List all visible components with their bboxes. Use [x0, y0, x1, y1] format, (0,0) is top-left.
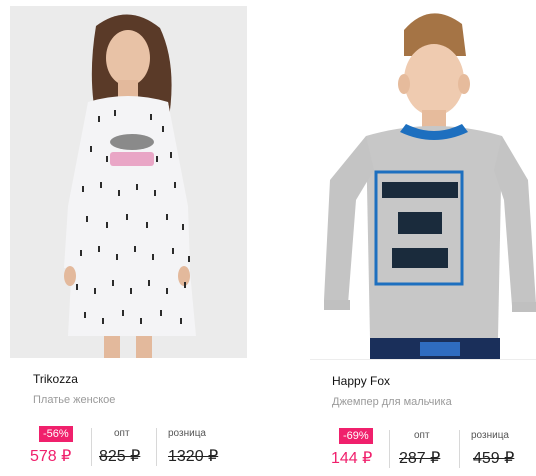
woman-dress-illustration	[10, 6, 247, 358]
price-divider	[156, 428, 157, 466]
product-brand[interactable]: Happy Fox	[332, 374, 390, 388]
current-price: 578 ₽	[30, 448, 72, 465]
price-divider	[91, 428, 92, 466]
discount-badge: -56%	[39, 426, 73, 442]
retail-price-label: розница	[168, 428, 206, 439]
price-divider	[389, 430, 390, 468]
retail-price-label: розница	[471, 430, 509, 441]
product-image-boy-jumper[interactable]	[310, 0, 536, 360]
retail-price: 459 ₽	[473, 450, 515, 467]
opt-price-label: опт	[414, 430, 430, 441]
product-subtitle: Платье женское	[33, 394, 116, 406]
product-subtitle: Джемпер для мальчика	[332, 396, 452, 408]
discount-badge: -69%	[339, 428, 373, 444]
product-brand[interactable]: Trikozza	[33, 372, 78, 386]
current-price: 144 ₽	[331, 450, 373, 467]
boy-jumper-illustration	[310, 0, 536, 359]
opt-price: 825 ₽	[99, 448, 141, 465]
price-divider	[459, 430, 460, 468]
opt-price: 287 ₽	[399, 450, 441, 467]
retail-price: 1320 ₽	[168, 448, 219, 465]
opt-price-label: опт	[114, 428, 130, 439]
product-image-woman-dress[interactable]	[10, 6, 247, 358]
